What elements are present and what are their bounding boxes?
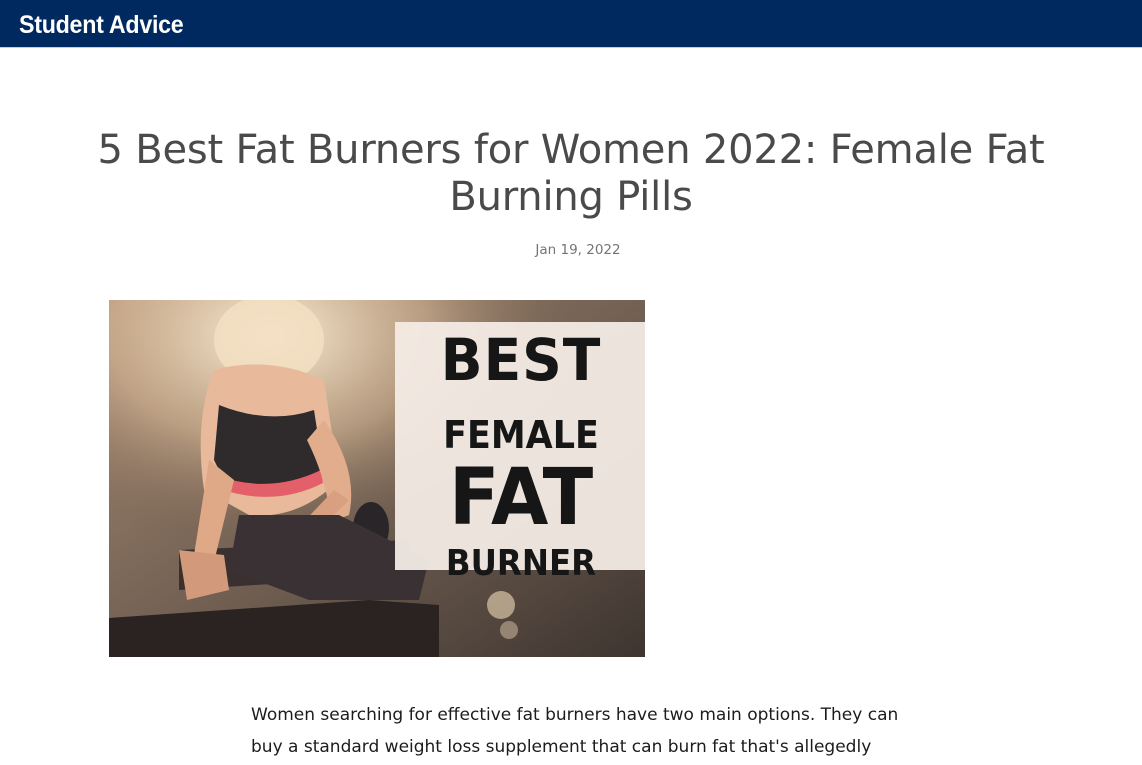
hero-image: BEST FEMALE FAT BURNER [109, 300, 645, 657]
site-header: Student Advice [0, 0, 1142, 48]
overlay-line-female: FEMALE [443, 413, 599, 457]
hero-overlay-text: BEST FEMALE FAT BURNER [397, 322, 645, 584]
article-title: 5 Best Fat Burners for Women 2022: Femal… [97, 127, 1045, 220]
article-intro-paragraph: Women searching for effective fat burner… [251, 705, 899, 757]
article-date: Jan 19, 2022 [535, 242, 621, 258]
site-logo-link[interactable]: Student Advice [19, 10, 184, 40]
overlay-line-fat: FAT [448, 453, 594, 543]
overlay-line-best: BEST [440, 326, 602, 394]
overlay-line-burner: BURNER [445, 543, 597, 584]
